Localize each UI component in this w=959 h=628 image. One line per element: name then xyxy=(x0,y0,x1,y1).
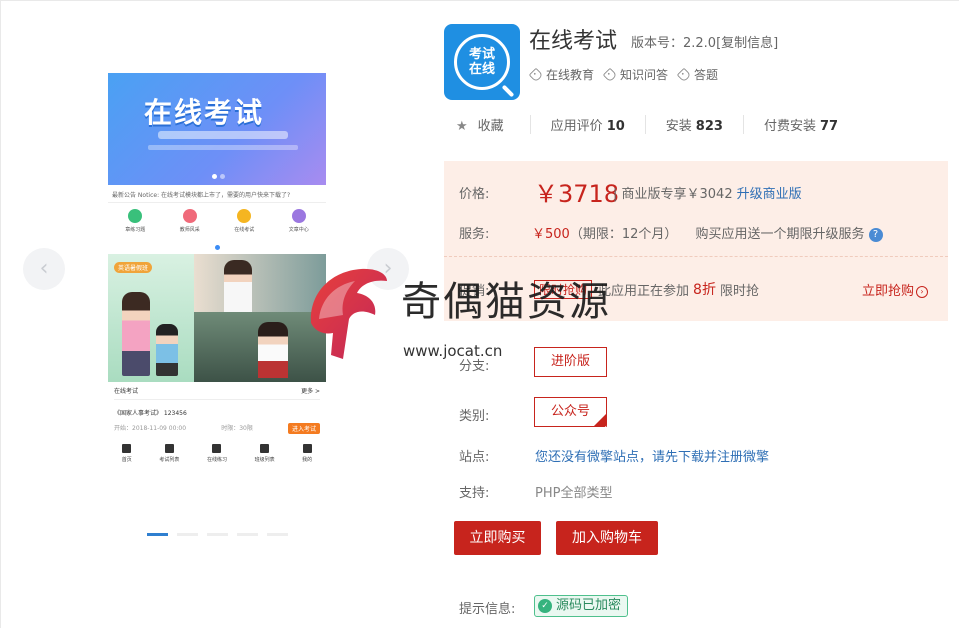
nav-item: 教师风采 xyxy=(170,209,210,241)
student-figure xyxy=(258,322,288,378)
site-register-link[interactable]: 您还没有微擎站点，请先下载并注册微擎 xyxy=(535,446,769,465)
banner-subtitle-bar xyxy=(158,131,288,139)
flash-sale-link[interactable]: 立即抢购 › xyxy=(862,280,929,299)
banner-dot xyxy=(212,174,217,179)
service-info: ￥500（期限：12个月） 购买应用送一个期限升级服务? xyxy=(532,223,883,242)
tag-item[interactable]: 在线教育 xyxy=(528,66,594,83)
divider xyxy=(444,256,948,257)
exam-header: 在线考试 xyxy=(114,388,139,395)
gallery-dot[interactable] xyxy=(267,533,288,536)
student-figure xyxy=(224,260,252,312)
install-stat: 安装 823 xyxy=(644,115,743,134)
buy-now-button[interactable]: 立即购买 xyxy=(454,521,541,555)
tab-item: 首页 xyxy=(122,444,132,463)
exam-duration: 时限：30限 xyxy=(221,425,253,432)
screenshot-notice: 最新公告 Notice: 在线考试模块都上市了，需要的用户快来下载了? xyxy=(108,185,326,203)
pager-dot xyxy=(214,245,220,250)
commercial-price: | 商业版专享￥3042 升级商业版 xyxy=(613,187,802,202)
category-option[interactable]: 公众号 xyxy=(534,397,608,443)
tab-item: 班级列表 xyxy=(255,444,275,463)
upgrade-link[interactable]: 升级商业版 xyxy=(737,187,802,202)
support-label: 支持: xyxy=(459,486,490,501)
app-version[interactable]: 版本号：2.2.0[复制信息] xyxy=(631,32,778,51)
screenshot-nav: 章练习题 教师风采 在线考试 文章中心 xyxy=(108,203,326,245)
banner-title: 在线考试 xyxy=(144,96,265,129)
gallery-prev-button[interactable]: ‹ xyxy=(23,248,65,290)
exam-time: 开始：2018-11-09 00:00 xyxy=(114,425,187,432)
screenshot-banner: 在线考试 xyxy=(108,73,326,185)
tag-icon xyxy=(528,67,544,82)
check-circle-icon: ✓ xyxy=(538,599,552,613)
app-icon: 考试 在线 xyxy=(444,24,520,100)
tab-item: 考试列表 xyxy=(159,444,179,463)
banner-dot xyxy=(220,174,225,179)
tag-item[interactable]: 知识问答 xyxy=(602,66,668,83)
encrypted-badge: ✓ 源码已加密 xyxy=(534,595,629,617)
category-label: 类别: xyxy=(459,409,490,424)
student-figure xyxy=(156,324,178,376)
star-icon: ★ xyxy=(456,119,468,134)
nav-item: 在线考试 xyxy=(224,209,264,241)
favorite-button[interactable]: ★ 收藏 xyxy=(456,115,530,134)
watermark-url: www.jocat.cn xyxy=(403,342,503,360)
exam-more: 更多 > xyxy=(301,388,320,395)
paid-install-stat: 付费安装 77 xyxy=(742,115,858,134)
rating-stat: 应用评价 10 xyxy=(529,115,645,134)
app-detail-page: ‹ › 在线考试 最新公告 Notice: 在线考试模块都上市了，需要的用户快来… xyxy=(0,0,959,628)
gallery-dot[interactable] xyxy=(207,533,228,536)
tag-icon xyxy=(602,67,618,82)
app-tags: 在线教育 知识问答 答题 xyxy=(528,66,718,83)
exam-enter-button: 进入考试 xyxy=(287,423,320,434)
arrow-right-icon: › xyxy=(916,285,929,298)
support-value: PHP全部类型 xyxy=(535,486,613,501)
watermark-logo-icon xyxy=(310,268,387,359)
hint-label: 提示信息: xyxy=(459,602,516,617)
gallery-dot[interactable] xyxy=(147,533,168,536)
screenshot-tabbar: 首页 考试列表 在线练习 班级列表 我的 xyxy=(108,434,326,463)
gallery-dot[interactable] xyxy=(177,533,198,536)
exam-logo-icon: 考试 在线 xyxy=(454,34,510,90)
nav-item: 文章中心 xyxy=(279,209,319,241)
screenshot-exam-list: 在线考试 更多 > 《国家人事考试》 123456 开始：2018-11-09 0… xyxy=(108,382,326,434)
help-icon[interactable]: ? xyxy=(868,227,883,242)
banner-subtitle-bar xyxy=(148,145,298,150)
tag-item[interactable]: 答题 xyxy=(676,66,718,83)
add-to-cart-button[interactable]: 加入购物车 xyxy=(556,521,658,555)
nav-item: 章练习题 xyxy=(115,209,155,241)
promo-image: 英语暑假班 xyxy=(108,254,194,382)
gallery-dot[interactable] xyxy=(237,533,258,536)
promo-tag: 英语暑假班 xyxy=(114,262,153,273)
tab-item: 在线练习 xyxy=(207,444,227,463)
service-label: 服务: xyxy=(459,227,490,242)
tab-item: 我的 xyxy=(302,444,312,463)
branch-option[interactable]: 进阶版 xyxy=(534,347,607,377)
price-value: ￥3718 xyxy=(534,180,620,208)
gallery-pagination xyxy=(147,533,288,536)
student-figure xyxy=(122,292,150,376)
exam-name: 《国家人事考试》 123456 xyxy=(114,410,187,417)
app-stats: ★ 收藏 应用评价 10 安装 823 付费安装 77 xyxy=(456,115,858,134)
app-title: 在线考试 xyxy=(529,29,618,54)
watermark-text: 奇偶猫资源 xyxy=(401,279,611,325)
check-icon xyxy=(593,413,608,443)
price-label: 价格: xyxy=(459,187,490,202)
tag-icon xyxy=(676,67,692,82)
site-label: 站点: xyxy=(459,450,490,465)
